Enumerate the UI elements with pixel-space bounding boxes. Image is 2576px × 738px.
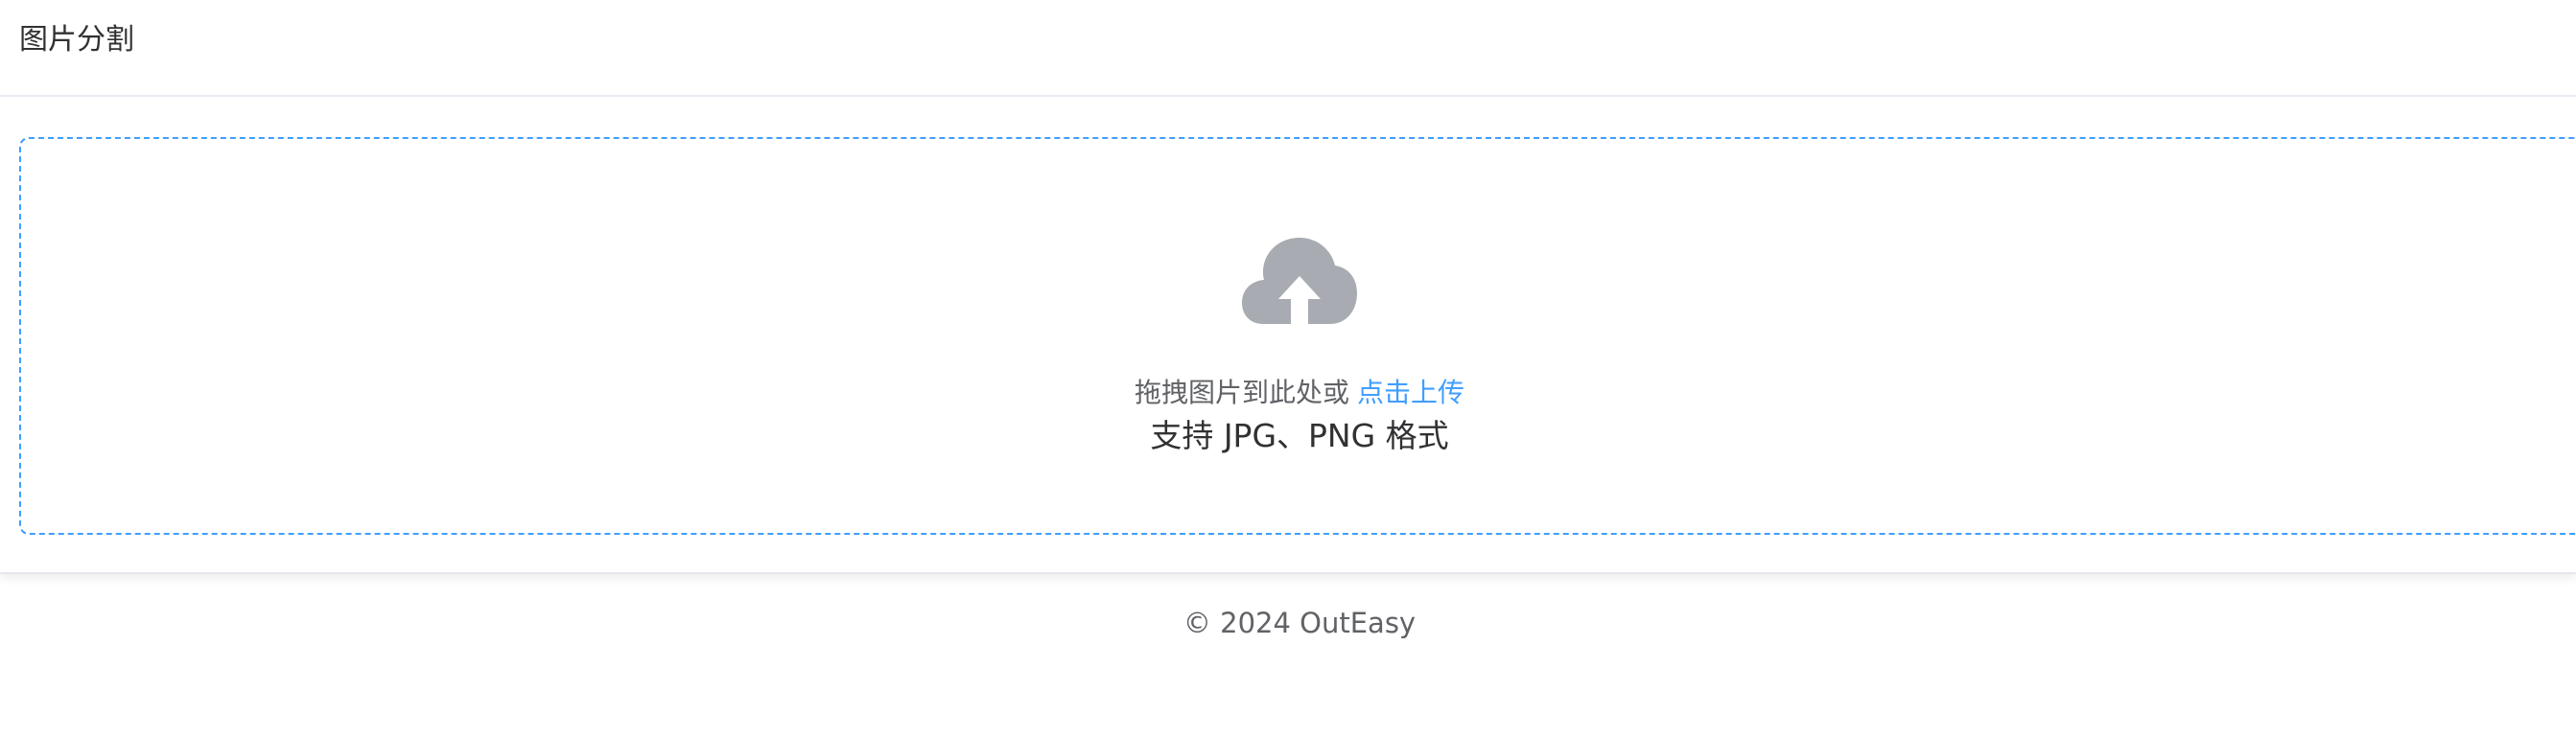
card-header: 图片分割 [0,0,2576,97]
upload-dropzone[interactable] [19,137,2576,535]
page-title: 图片分割 [19,23,134,57]
drag-text: 拖拽图片到此处或 [1134,377,1349,408]
upload-instruction: 拖拽图片到此处或 点击上传 [0,376,2576,410]
upload-format-tip: 支持 JPG、PNG 格式 [1150,417,1449,454]
footer-copyright: © 2024 OutEasy [1183,607,1417,639]
cloud-upload-icon [1242,238,1357,326]
click-upload-link[interactable]: 点击上传 [1357,377,1464,408]
